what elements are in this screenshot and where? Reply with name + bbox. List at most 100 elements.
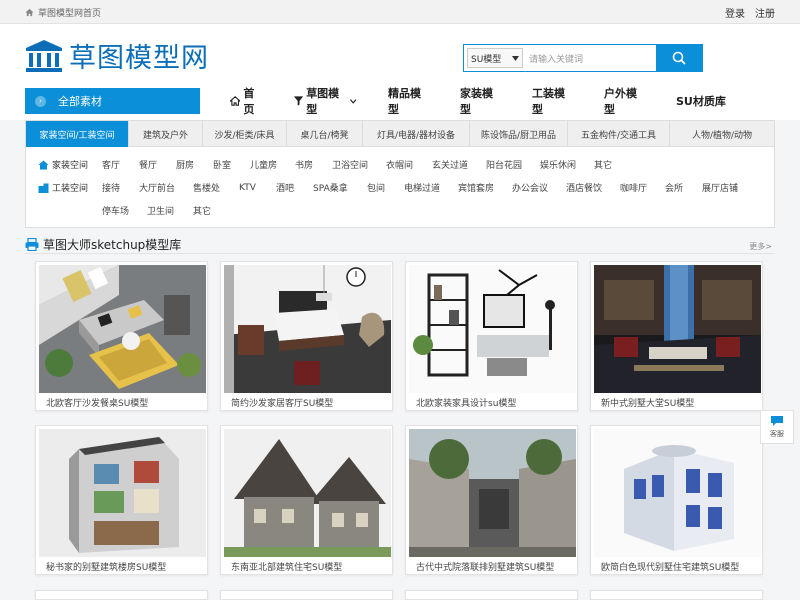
category-item[interactable]: 卫生间 <box>147 204 193 217</box>
category-item[interactable]: 衣帽间 <box>386 158 432 171</box>
model-caption[interactable]: 秘书家的别墅建筑楼房SU模型 <box>46 560 166 573</box>
search-icon <box>672 51 686 65</box>
chevron-down-icon <box>349 98 356 104</box>
model-thumbnail[interactable] <box>409 265 576 393</box>
nav-home-decor-models[interactable]: 家装模型 <box>460 85 499 117</box>
category-item[interactable]: 酒吧 <box>276 181 313 194</box>
filter-icon <box>294 96 304 106</box>
model-card[interactable]: 东南亚北部建筑住宅SU模型 <box>220 425 393 575</box>
nav-outdoor-models[interactable]: 户外模型 <box>604 85 643 117</box>
category-item[interactable]: 包间 <box>367 181 404 194</box>
category-item[interactable]: 厨房 <box>176 158 213 171</box>
model-caption[interactable]: 东南亚北部建筑住宅SU模型 <box>231 560 342 573</box>
category-item[interactable]: 其它 <box>594 158 612 171</box>
logo-text: 草图模型网 <box>69 43 209 74</box>
category-item[interactable]: 接待 <box>102 181 139 194</box>
category-item[interactable]: 其它 <box>193 204 211 217</box>
header: 草图模型网 SU模型 请输入关键词 <box>0 24 800 88</box>
all-categories-button[interactable]: › 全部素材 <box>25 88 200 114</box>
model-thumbnail[interactable] <box>594 429 761 557</box>
model-card[interactable]: 秘书家的别墅建筑楼房SU模型 <box>35 425 208 575</box>
category-item[interactable]: 娱乐休闲 <box>540 158 594 171</box>
model-card[interactable] <box>590 590 763 600</box>
model-card[interactable]: 新中式别墅大堂SU模型 <box>590 261 763 411</box>
category-item[interactable]: 停车场 <box>102 204 147 217</box>
category-item[interactable]: 玄关过道 <box>432 158 486 171</box>
category-item[interactable]: 卫浴空间 <box>332 158 386 171</box>
category-item[interactable]: 宾馆套房 <box>458 181 512 194</box>
work-space-row: 工装空间 接待 大厅前台 售楼处 KTV 酒吧 SPA桑拿 包间 电梯过道 宾馆… <box>38 181 738 194</box>
top-bar: 草图模型网首页 登录 注册 <box>0 0 800 24</box>
login-link[interactable]: 登录 <box>725 5 745 20</box>
model-caption[interactable]: 北欧家装家具设计su模型 <box>416 396 516 409</box>
model-card[interactable]: 欧简白色现代别墅住宅建筑SU模型 <box>590 425 763 575</box>
nav-sketch-models[interactable]: 草图模型 <box>294 85 356 117</box>
category-item[interactable]: 儿童房 <box>250 158 295 171</box>
breadcrumb[interactable]: 草图模型网首页 <box>25 6 101 19</box>
category-item[interactable]: 书房 <box>295 158 332 171</box>
tab-decor-kitchen-bath[interactable]: 陈设饰品/厨卫用品 <box>470 121 568 147</box>
model-thumbnail[interactable] <box>224 265 391 393</box>
category-item[interactable]: 售楼处 <box>193 181 239 194</box>
site-logo[interactable]: 草图模型网 <box>25 36 209 75</box>
model-card[interactable] <box>35 590 208 600</box>
nav-premium-models[interactable]: 精品模型 <box>388 85 427 117</box>
work-space-label-text: 工装空间 <box>52 184 89 194</box>
model-caption[interactable]: 北欧客厅沙发餐桌SU模型 <box>46 396 148 409</box>
model-thumbnail[interactable] <box>39 265 206 393</box>
category-item[interactable]: 酒店餐饮 <box>566 181 620 194</box>
search-box: SU模型 请输入关键词 <box>463 44 703 72</box>
category-item[interactable]: 办公会议 <box>512 181 566 194</box>
home-space-label: 家装空间 <box>38 158 102 171</box>
tab-architecture-outdoor[interactable]: 建筑及户外 <box>129 121 203 147</box>
chevron-right-icon: › <box>35 95 46 107</box>
model-card[interactable] <box>220 590 393 600</box>
model-thumbnail[interactable] <box>39 429 206 557</box>
breadcrumb-home-link[interactable]: 草图模型网首页 <box>38 6 101 19</box>
building-icon <box>38 183 49 193</box>
model-card[interactable]: 北欧客厅沙发餐桌SU模型 <box>35 261 208 411</box>
model-caption[interactable]: 欧简白色现代别墅住宅建筑SU模型 <box>601 560 739 573</box>
work-space-row-2: 停车场 卫生间 其它 <box>102 204 211 217</box>
model-caption[interactable]: 古代中式院落联排别墅建筑SU模型 <box>416 560 554 573</box>
category-item[interactable]: 卧室 <box>213 158 250 171</box>
category-item[interactable]: 展厅店铺 <box>702 181 738 194</box>
model-card[interactable]: 简约沙发家居客厅SU模型 <box>220 261 393 411</box>
model-caption[interactable]: 简约沙发家居客厅SU模型 <box>231 396 333 409</box>
nav-home[interactable]: 首页 <box>230 85 264 117</box>
model-caption[interactable]: 新中式别墅大堂SU模型 <box>601 396 694 409</box>
home-icon <box>38 160 49 169</box>
model-card[interactable]: 北欧家装家具设计su模型 <box>405 261 578 411</box>
home-icon <box>230 96 241 106</box>
category-item[interactable]: 阳台花园 <box>486 158 540 171</box>
model-card[interactable]: 古代中式院落联排别墅建筑SU模型 <box>405 425 578 575</box>
all-categories-label: 全部素材 <box>58 95 102 108</box>
customer-service-button[interactable]: 客服 <box>760 410 794 444</box>
model-thumbnail[interactable] <box>594 265 761 393</box>
search-button[interactable] <box>656 45 702 71</box>
category-item[interactable]: SPA桑拿 <box>313 181 367 194</box>
tab-lighting-appliances[interactable]: 灯具/电器/器材设备 <box>363 121 470 147</box>
search-input[interactable]: 请输入关键词 <box>526 45 656 71</box>
model-card[interactable] <box>405 590 578 600</box>
model-thumbnail[interactable] <box>224 429 391 557</box>
search-type-select[interactable]: SU模型 <box>467 48 523 68</box>
category-item[interactable]: 客厅 <box>102 158 139 171</box>
tab-sofa-cabinet-bed[interactable]: 沙发/柜类/床具 <box>203 121 287 147</box>
category-item[interactable]: 大厅前台 <box>139 181 193 194</box>
category-item[interactable]: 咖啡厅 <box>620 181 665 194</box>
model-thumbnail[interactable] <box>409 429 576 557</box>
category-item[interactable]: KTV <box>239 183 276 193</box>
tab-table-chair[interactable]: 桌几台/椅凳 <box>287 121 363 147</box>
tab-people-plants-animals[interactable]: 人物/植物/动物 <box>670 121 774 147</box>
home-space-label-text: 家装空间 <box>52 161 89 171</box>
more-link[interactable]: 更多> <box>749 241 772 252</box>
register-link[interactable]: 注册 <box>755 5 775 20</box>
category-item[interactable]: 餐厅 <box>139 158 176 171</box>
nav-su-materials[interactable]: SU材质库 <box>676 93 726 109</box>
category-item[interactable]: 电梯过道 <box>404 181 458 194</box>
nav-commercial-models[interactable]: 工装模型 <box>532 85 571 117</box>
tab-hardware-vehicles[interactable]: 五金构件/交通工具 <box>568 121 670 147</box>
category-item[interactable]: 会所 <box>665 181 702 194</box>
tab-home-work-space[interactable]: 家装空间/工装空间 <box>26 121 129 147</box>
